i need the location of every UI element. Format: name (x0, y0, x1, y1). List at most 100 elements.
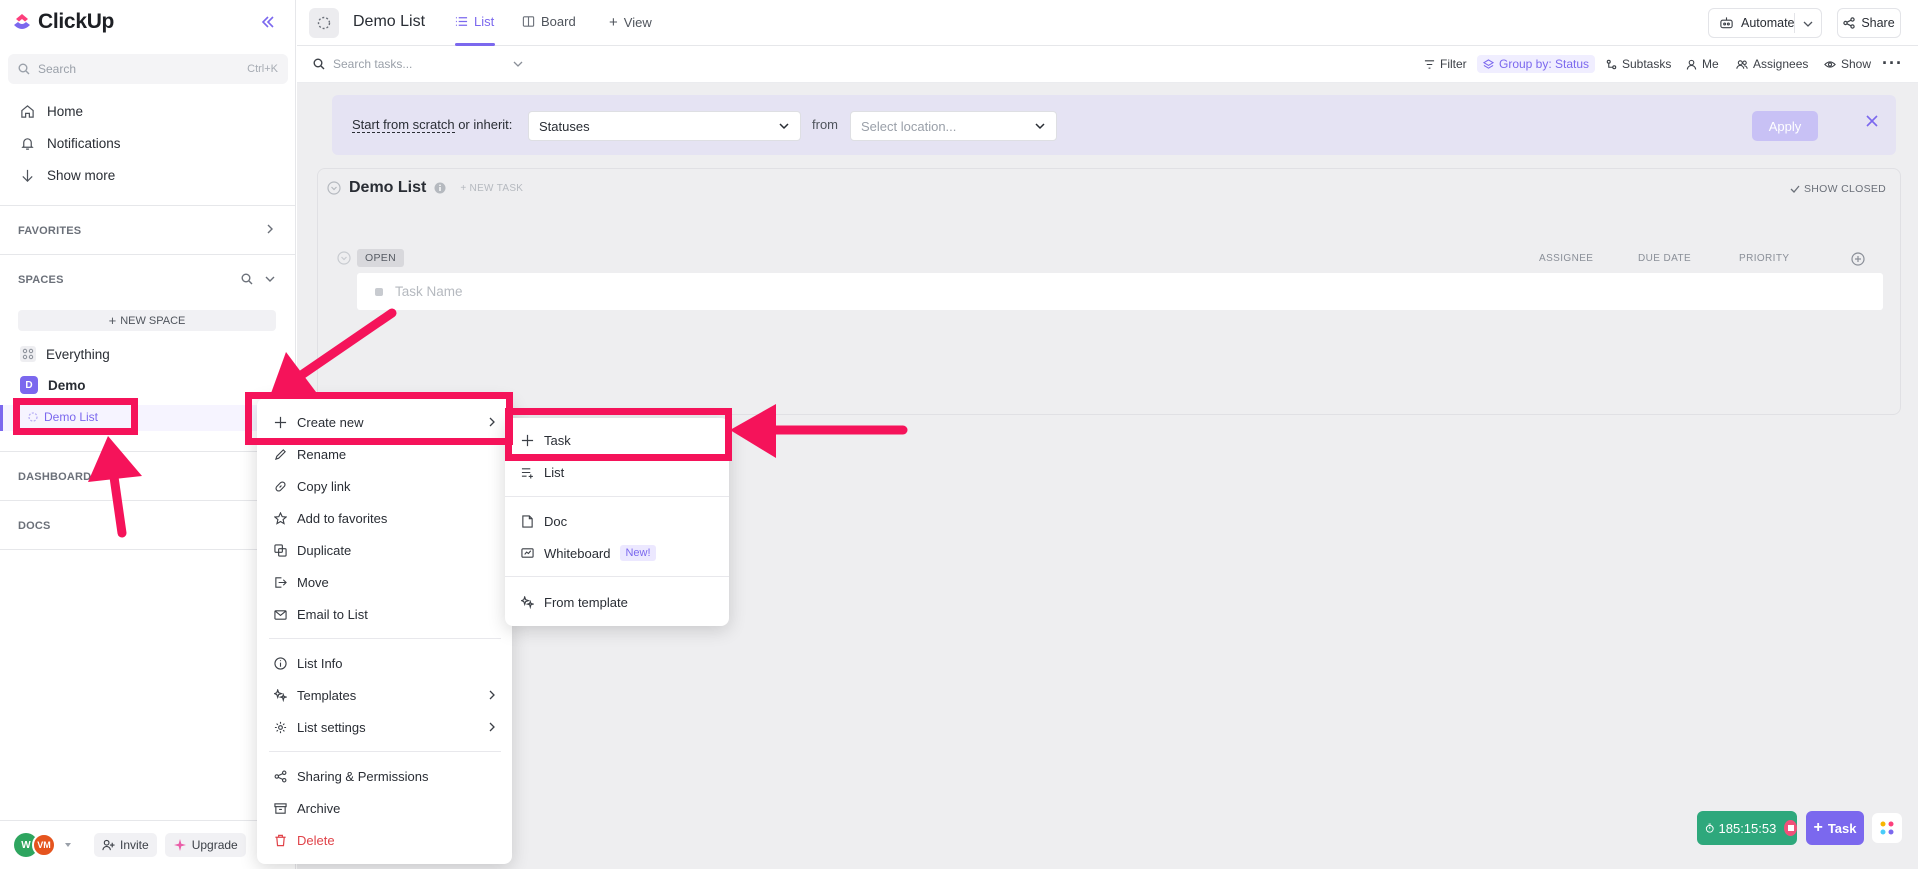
arrow-down-icon (22, 169, 33, 182)
submenu-item-doc[interactable]: Doc (521, 509, 567, 533)
chevron-down-icon[interactable] (64, 841, 72, 849)
submenu-item-whiteboard[interactable]: Whiteboard New! (521, 541, 656, 565)
space-demo[interactable]: D Demo (20, 375, 86, 395)
submenu-item-from-template[interactable]: From template (521, 590, 628, 614)
new-space-button[interactable]: + NEW SPACE (18, 310, 276, 331)
collapse-group-icon[interactable] (337, 251, 351, 265)
column-header-due-date[interactable]: DUE DATE (1638, 253, 1691, 264)
task-search-input[interactable]: Search tasks... (313, 57, 523, 71)
automate-label: Automate (1741, 16, 1795, 30)
show-closed-button[interactable]: SHOW CLOSED (1790, 183, 1886, 195)
template-icon (521, 595, 534, 609)
menu-item-label: Move (297, 574, 329, 590)
collapse-group-icon[interactable] (327, 181, 341, 195)
location-select-placeholder: Select location... (861, 118, 957, 134)
dashboards-heading[interactable]: DASHBOARDS (18, 471, 99, 483)
tab-board[interactable]: Board (522, 14, 576, 29)
menu-item-add-to-favorites[interactable]: Add to favorites (274, 506, 496, 530)
user-avatar[interactable]: VM (32, 833, 56, 857)
menu-separator (505, 496, 729, 497)
favorites-heading[interactable]: FAVORITES (18, 225, 81, 237)
menu-item-duplicate[interactable]: Duplicate (274, 538, 496, 562)
close-icon[interactable] (1866, 115, 1878, 127)
add-view-button[interactable]: + View (609, 14, 652, 31)
sparkle-icon (173, 839, 186, 851)
subtasks-button[interactable]: Subtasks (1606, 57, 1671, 71)
highlight-demo-list (13, 398, 138, 435)
assignees-button[interactable]: Assignees (1736, 57, 1808, 71)
submenu-item-list[interactable]: List (521, 460, 564, 484)
menu-item-label: Rename (297, 446, 347, 462)
new-task-link[interactable]: + NEW TASK (460, 183, 523, 194)
info-icon[interactable] (434, 182, 446, 194)
chevron-down-icon[interactable] (1803, 19, 1813, 29)
nav-home[interactable]: Home (20, 100, 83, 122)
apply-button[interactable]: Apply (1752, 111, 1818, 141)
new-task-row[interactable]: Task Name (357, 273, 1883, 310)
start-from-scratch-link[interactable]: Start from scratch (352, 117, 455, 133)
menu-separator (269, 638, 501, 639)
menu-item-sharing-permissions[interactable]: Sharing & Permissions (274, 764, 496, 788)
info-icon (274, 656, 287, 670)
new-space-label: NEW SPACE (120, 314, 186, 327)
docs-heading[interactable]: DOCS (18, 520, 51, 532)
show-label: Show (1841, 57, 1872, 71)
menu-item-list-settings[interactable]: List settings (274, 715, 496, 739)
menu-item-rename[interactable]: Rename (274, 442, 496, 466)
nav-notifications[interactable]: Notifications (20, 132, 121, 154)
add-column-icon[interactable] (1851, 252, 1865, 266)
apps-button[interactable] (1872, 813, 1902, 843)
duplicate-icon (274, 543, 287, 557)
nav-show-more[interactable]: Show more (20, 164, 115, 186)
me-filter-button[interactable]: Me (1686, 57, 1719, 71)
automate-button[interactable]: Automate (1708, 8, 1822, 38)
column-header-priority[interactable]: PRIORITY (1739, 253, 1789, 264)
location-select[interactable]: Select location... (850, 111, 1057, 141)
menu-item-move[interactable]: Move (274, 570, 496, 594)
chevron-down-icon[interactable] (265, 274, 275, 284)
menu-item-archive[interactable]: Archive (274, 796, 496, 820)
sidebar-divider (0, 500, 296, 501)
list-icon-button[interactable] (309, 8, 339, 38)
statuses-select[interactable]: Statuses (528, 111, 801, 141)
assignees-label: Assignees (1753, 57, 1809, 71)
upgrade-button[interactable]: Upgrade (164, 833, 246, 857)
menu-item-email-to-list[interactable]: Email to List (274, 602, 496, 626)
filter-button[interactable]: Filter (1424, 57, 1467, 71)
header: Demo List List Board + View Automate Sha… (297, 0, 1918, 46)
menu-item-copy-link[interactable]: Copy link (274, 474, 496, 498)
menu-item-templates[interactable]: Templates (274, 683, 496, 707)
clickup-logo[interactable]: ClickUp (12, 10, 114, 34)
page-title[interactable]: Demo List (353, 13, 425, 31)
new-task-fab[interactable]: + Task (1806, 811, 1864, 845)
collapse-sidebar-button[interactable] (260, 14, 280, 34)
chevron-right-icon[interactable] (265, 224, 275, 234)
column-header-assignee[interactable]: ASSIGNEE (1539, 253, 1593, 264)
group-by-button[interactable]: Group by: Status (1477, 55, 1596, 73)
sidebar-search-input[interactable]: Search Ctrl+K (8, 54, 288, 84)
inherit-statuses-banner: Start from scratch or inherit: Statuses … (332, 95, 1896, 155)
layers-icon (1483, 58, 1494, 69)
everything-item[interactable]: Everything (20, 344, 110, 364)
tab-list[interactable]: List (455, 14, 494, 29)
tab-board-label: Board (541, 14, 576, 29)
list-view-icon (455, 17, 468, 26)
timer-button[interactable]: 185:15:53 (1697, 811, 1797, 845)
invite-button[interactable]: Invite (94, 833, 157, 857)
stop-icon[interactable] (1784, 820, 1797, 836)
more-options-icon[interactable]: ··· (1882, 53, 1903, 74)
search-icon (313, 58, 325, 70)
status-badge[interactable]: OPEN (357, 249, 404, 267)
menu-item-delete[interactable]: Delete (274, 828, 496, 852)
show-button[interactable]: Show (1824, 57, 1871, 71)
menu-item-list-info[interactable]: List Info (274, 651, 496, 675)
show-closed-label: SHOW CLOSED (1804, 183, 1887, 195)
inherit-label: Start from scratch or inherit: (352, 117, 512, 133)
chevron-down-icon[interactable] (513, 59, 523, 69)
share-button[interactable]: Share (1837, 8, 1901, 38)
search-icon[interactable] (241, 273, 253, 285)
task-status-square (375, 287, 383, 296)
add-view-label: View (623, 15, 652, 30)
list-title[interactable]: Demo List (349, 179, 426, 197)
share-label: Share (1861, 16, 1895, 30)
